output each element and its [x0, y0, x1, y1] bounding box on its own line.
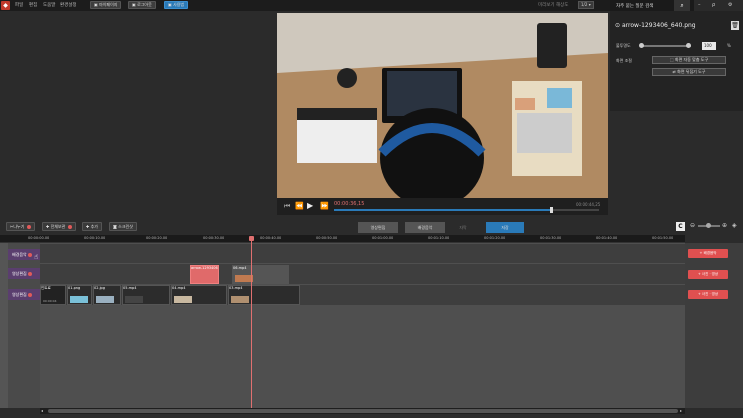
- clip-01-png[interactable]: 01.png: [67, 285, 92, 305]
- ruler-tick: 00:01:50.00: [652, 236, 674, 240]
- track-gutter: [0, 243, 8, 408]
- auto-fit-button[interactable]: ⬚ 화면 자동 맞춤 도구: [652, 56, 726, 64]
- clip-intro[interactable]: 인트로 00:00:04: [40, 285, 66, 305]
- property-filename: arrow-1293406_640.png: [622, 22, 696, 29]
- record-dot-icon[interactable]: [27, 253, 32, 257]
- ruler-tick: 00:01:20.00: [484, 236, 506, 240]
- menu-file[interactable]: 파일: [15, 2, 23, 8]
- opacity-unit: %: [727, 43, 731, 48]
- clip-03-mp4[interactable]: 03.mp4: [228, 285, 300, 305]
- timeline-scroll-thumb[interactable]: [48, 409, 678, 413]
- seek-handle[interactable]: [550, 207, 554, 213]
- tab-video-edit[interactable]: 영상편집: [358, 222, 398, 233]
- seek-bar-progress: [334, 209, 552, 211]
- chevron-down-icon: ▾: [588, 2, 591, 7]
- tab-subtitle[interactable]: 자막: [443, 222, 483, 233]
- ruler-tick: 00:01:40.00: [596, 236, 618, 240]
- track-label-main: 영상편집: [8, 289, 40, 300]
- menu-help[interactable]: 도움말: [43, 2, 55, 8]
- clip-arrow-png[interactable]: arrow-1293406: [190, 265, 219, 284]
- minimize-icon[interactable]: –: [698, 2, 701, 8]
- ruler-tick: 00:00:40.00: [260, 236, 282, 240]
- opacity-input[interactable]: 100: [702, 42, 716, 50]
- tab-save[interactable]: 저장: [486, 222, 524, 233]
- clip-04-mp4[interactable]: 04.mp4: [171, 285, 227, 305]
- app-logo: ◆: [1, 1, 10, 10]
- ruler-tick: 00:01:10.00: [428, 236, 450, 240]
- step-back-icon[interactable]: ⏪: [295, 202, 304, 210]
- video-preview[interactable]: [277, 13, 608, 198]
- record-dot-icon[interactable]: [27, 293, 32, 297]
- preview-resolution-label: 미리보기 해상도: [538, 3, 569, 8]
- ruler-tick: 00:00:50.00: [316, 236, 338, 240]
- search-icon[interactable]: ⌕: [674, 0, 690, 11]
- track-add-column: [685, 243, 743, 408]
- step-forward-icon[interactable]: ⏩: [320, 202, 329, 210]
- zoom-slider-handle[interactable]: [706, 223, 711, 228]
- scroll-right-icon[interactable]: ▸: [680, 408, 682, 413]
- clip-06-mp4[interactable]: 06.mp4: [232, 265, 289, 284]
- profile-icon[interactable]: ρ: [712, 2, 715, 8]
- opacity-slider-min: [639, 43, 644, 48]
- user-guide-button[interactable]: ▣ 사용법: [164, 1, 189, 9]
- menu-edit[interactable]: 편집: [29, 2, 37, 8]
- current-time: 00:00:36,15: [334, 201, 365, 207]
- playhead-line[interactable]: [251, 236, 252, 408]
- opacity-slider-handle[interactable]: [686, 43, 691, 48]
- flip-screen-button[interactable]: ⇄ 화면 뒤집기 도구: [652, 68, 726, 76]
- clip-02-jpg[interactable]: 02.jpg: [93, 285, 121, 305]
- clip-05-mp4[interactable]: 05.mp4: [122, 285, 170, 305]
- split-button[interactable]: ✂나누기: [6, 222, 35, 231]
- window-controls: – ρ ⚙: [694, 0, 743, 11]
- file-icon: ⊙: [615, 22, 621, 29]
- scroll-left-icon[interactable]: ◂: [41, 408, 43, 413]
- ruler-tick: 00:00:20.00: [146, 236, 168, 240]
- add-overlay-media-button[interactable]: + 사진 · 영상: [688, 270, 728, 279]
- add-music-button[interactable]: + 배경음악: [688, 249, 728, 258]
- skip-start-icon[interactable]: ⏮: [284, 202, 290, 211]
- menu-settings[interactable]: 환경설정: [60, 2, 77, 8]
- add-main-media-button[interactable]: + 사진 · 영상: [688, 290, 728, 299]
- overlay-lane[interactable]: [40, 264, 685, 284]
- logout-button[interactable]: ▣ 로그아웃: [128, 1, 156, 9]
- music-lane[interactable]: [40, 244, 685, 263]
- tab-music[interactable]: 배경음악: [405, 222, 445, 233]
- screenshot-button[interactable]: ◙ 스크린샷: [109, 222, 137, 231]
- zoom-in-icon[interactable]: ⊕: [722, 222, 727, 229]
- my-page-button[interactable]: ▣ 마이페이지: [90, 1, 122, 9]
- play-icon[interactable]: ▶: [307, 201, 313, 210]
- total-time: 00:00:44,25: [576, 202, 601, 207]
- zoom-out-icon[interactable]: ⊖: [690, 222, 695, 229]
- playhead-handle[interactable]: [249, 236, 254, 241]
- cursor-hand-icon: ☝: [34, 253, 39, 261]
- fit-timeline-icon[interactable]: ◈: [732, 222, 737, 229]
- help-title: 자주 묻는 질문 검색: [616, 4, 654, 9]
- resolution-select[interactable]: 1/2 ▾: [578, 1, 594, 9]
- preview-frame: [277, 13, 608, 198]
- opacity-slider[interactable]: [641, 45, 691, 47]
- ruler-tick: 00:01:30.00: [540, 236, 562, 240]
- delete-icon[interactable]: 🗑: [731, 21, 739, 30]
- ruler-tick: 00:00:30.00: [203, 236, 225, 240]
- keep-all-button[interactable]: ✚ 전체보관: [42, 222, 76, 231]
- record-dot-icon[interactable]: [27, 272, 32, 276]
- opacity-label: 불투명도: [616, 43, 631, 48]
- ruler-tick: 00:00:10.00: [84, 236, 106, 240]
- settings-icon[interactable]: ⚙: [728, 2, 732, 8]
- add-button[interactable]: ✚ 추가: [82, 222, 102, 231]
- clip-mode-icon[interactable]: C: [676, 222, 685, 231]
- screen-adjust-label: 화면 조절: [616, 58, 632, 63]
- ruler-tick: 00:00:00.00: [28, 236, 50, 240]
- track-label-overlay: 영상편집: [8, 268, 40, 279]
- ruler-tick: 00:01:00.00: [372, 236, 394, 240]
